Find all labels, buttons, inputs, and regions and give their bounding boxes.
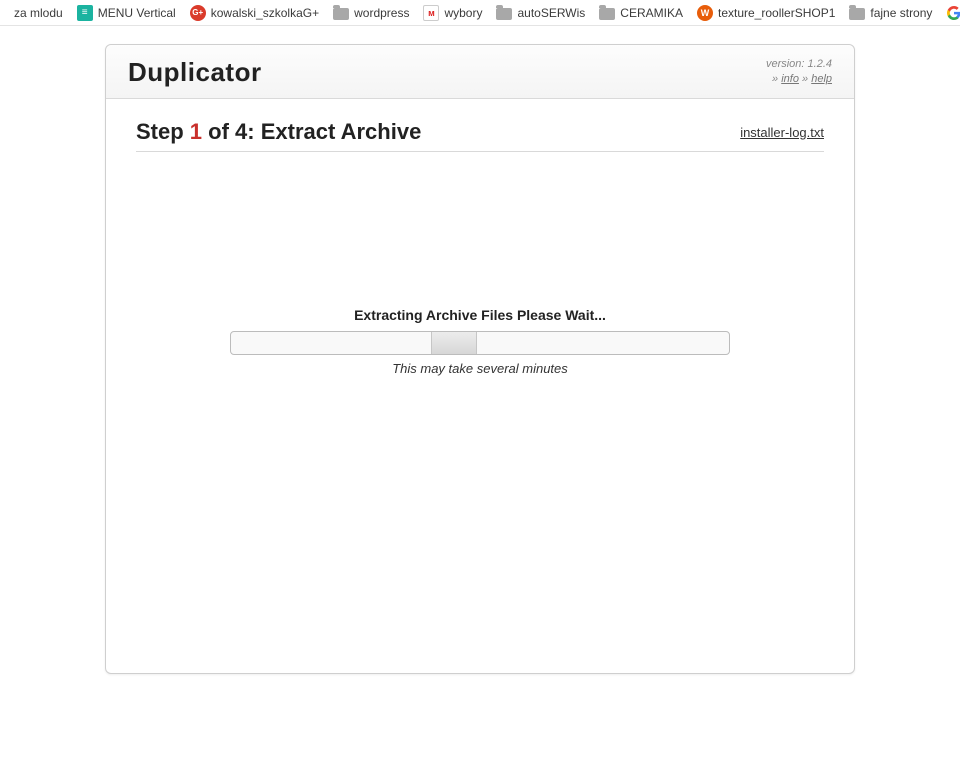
folder-icon	[599, 5, 615, 21]
help-link[interactable]: help	[811, 73, 832, 85]
folder-icon	[333, 5, 349, 21]
bookmark-label: CERAMIKA	[620, 6, 683, 20]
panel-header: Duplicator version: 1.2.4 » info » help	[106, 45, 854, 99]
step-header-row: Step 1 of 4: Extract Archive installer-l…	[136, 119, 824, 152]
progress-indicator	[431, 332, 477, 354]
installer-log-link[interactable]: installer-log.txt	[740, 125, 824, 140]
bookmark-item[interactable]: fajne strony	[844, 3, 937, 23]
version-label: version: 1.2.4	[766, 57, 832, 72]
bookmark-item[interactable]: wordpress	[328, 3, 414, 23]
bookmark-item[interactable]: CERAMIKA	[594, 3, 688, 23]
step-prefix: Step	[136, 119, 190, 144]
site-icon: м	[423, 5, 439, 21]
info-link[interactable]: info	[781, 73, 799, 85]
gplus-icon: G+	[190, 5, 206, 21]
duplicator-panel: Duplicator version: 1.2.4 » info » help …	[105, 44, 855, 674]
step-suffix: of 4: Extract Archive	[202, 119, 421, 144]
folder-icon	[849, 5, 865, 21]
bookmark-item[interactable]: ≡ MENU Vertical	[72, 3, 181, 23]
bookmark-label: MENU Vertical	[98, 6, 176, 20]
bookmark-label: autoSERWis	[517, 6, 585, 20]
bookmark-item[interactable]: Wtexture_roollerSHOP1	[692, 3, 840, 23]
bookmark-label: wordpress	[354, 6, 409, 20]
progress-label: Extracting Archive Files Please Wait...	[106, 307, 854, 323]
bookmark-item[interactable]: autoSERWis	[491, 3, 590, 23]
menu-icon: ≡	[77, 5, 93, 21]
progress-area: Extracting Archive Files Please Wait... …	[106, 307, 854, 376]
progress-note: This may take several minutes	[106, 361, 854, 376]
bookmark-label: fajne strony	[870, 6, 932, 20]
bookmark-item[interactable]: G+ kowalski_szkolkaG+	[185, 3, 324, 23]
header-meta: version: 1.2.4 » info » help	[766, 57, 832, 88]
bookmarks-bar: za mlodu ≡ MENU Vertical G+ kowalski_szkolka…	[0, 0, 960, 26]
sep-icon: »	[772, 73, 778, 85]
bookmark-label: za mlodu	[14, 6, 63, 20]
sep-icon: »	[802, 73, 808, 85]
bookmark-item[interactable]: Konsola A	[941, 3, 960, 23]
bookmark-label: texture_roollerSHOP1	[718, 6, 835, 20]
bookmark-label: wybory	[444, 6, 482, 20]
site-icon: W	[697, 5, 713, 21]
progress-bar	[230, 331, 730, 355]
brand-title: Duplicator	[128, 57, 262, 88]
bookmark-label: kowalski_szkolkaG+	[211, 6, 319, 20]
folder-icon	[496, 5, 512, 21]
step-title: Step 1 of 4: Extract Archive	[136, 119, 421, 145]
step-number: 1	[190, 119, 202, 144]
bookmark-item[interactable]: мwybory	[418, 3, 487, 23]
bookmark-item[interactable]: za mlodu	[4, 3, 68, 23]
google-icon	[946, 5, 960, 21]
